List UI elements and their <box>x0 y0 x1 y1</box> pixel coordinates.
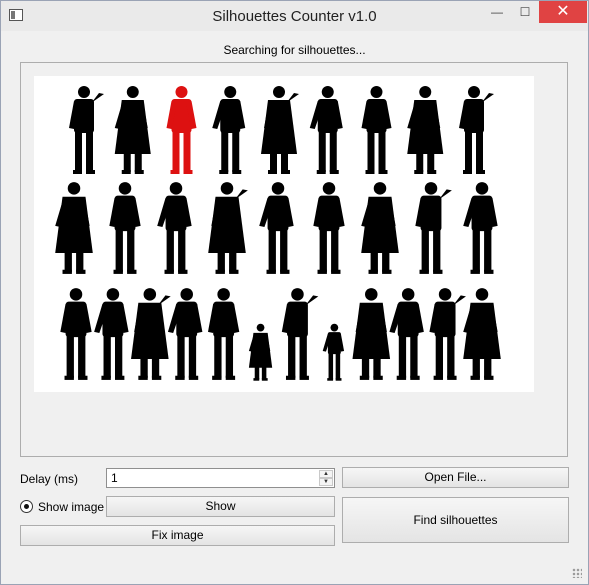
silhouette-figure <box>389 288 424 380</box>
show-image-radio[interactable] <box>20 500 33 513</box>
silhouette-figure <box>167 288 203 380</box>
silhouette-figure <box>166 86 197 174</box>
open-file-button[interactable]: Open File... <box>342 467 569 488</box>
silhouettes-svg <box>55 86 501 381</box>
delay-label: Delay (ms) <box>20 472 79 486</box>
silhouette-figure <box>459 86 494 174</box>
minimize-button[interactable]: — <box>483 1 511 23</box>
title-bar[interactable]: Silhouettes Counter v1.0 — ☐ ✕ <box>1 1 588 31</box>
silhouette-figure <box>463 288 501 380</box>
silhouettes-image <box>34 76 534 392</box>
silhouette-figure <box>248 323 273 381</box>
close-button[interactable]: ✕ <box>539 1 587 23</box>
silhouette-figure <box>157 182 192 274</box>
silhouette-figure <box>94 288 129 380</box>
silhouette-figure <box>322 323 345 381</box>
silhouette-figure <box>313 182 345 274</box>
silhouette-figure <box>109 182 141 274</box>
spin-up-button[interactable]: ▲ <box>319 470 333 478</box>
delay-input[interactable] <box>111 471 311 485</box>
silhouette-figure <box>407 86 444 174</box>
silhouette-figure <box>207 288 240 380</box>
spin-down-button[interactable]: ▼ <box>319 478 333 486</box>
show-image-label: Show image <box>38 500 105 514</box>
silhouette-figure <box>131 288 171 380</box>
app-window: Silhouettes Counter v1.0 — ☐ ✕ Searching… <box>0 0 589 585</box>
resize-grip-icon[interactable] <box>572 568 582 578</box>
show-button[interactable]: Show <box>106 496 335 517</box>
silhouette-figure <box>429 288 466 380</box>
delay-spinbox[interactable]: ▲ ▼ <box>106 468 335 488</box>
silhouette-figure <box>309 86 343 174</box>
silhouette-figure <box>69 86 104 174</box>
silhouette-figure <box>281 288 319 380</box>
image-panel <box>20 62 568 457</box>
silhouette-figure <box>463 182 498 274</box>
silhouette-figure <box>259 182 294 274</box>
silhouette-figure <box>114 86 151 174</box>
status-text: Searching for silhouettes... <box>223 43 366 57</box>
silhouette-figure <box>60 288 92 380</box>
maximize-button[interactable]: ☐ <box>511 1 539 23</box>
silhouette-figure <box>361 86 392 174</box>
silhouette-figure <box>261 86 299 174</box>
silhouette-figure <box>55 182 93 274</box>
silhouette-figure <box>361 182 399 274</box>
silhouette-figure <box>415 182 452 274</box>
silhouette-figure <box>208 182 248 274</box>
silhouette-figure <box>212 86 246 174</box>
fix-image-button[interactable]: Fix image <box>20 525 335 546</box>
find-silhouettes-button[interactable]: Find silhouettes <box>342 497 569 543</box>
silhouette-figure <box>352 288 391 380</box>
